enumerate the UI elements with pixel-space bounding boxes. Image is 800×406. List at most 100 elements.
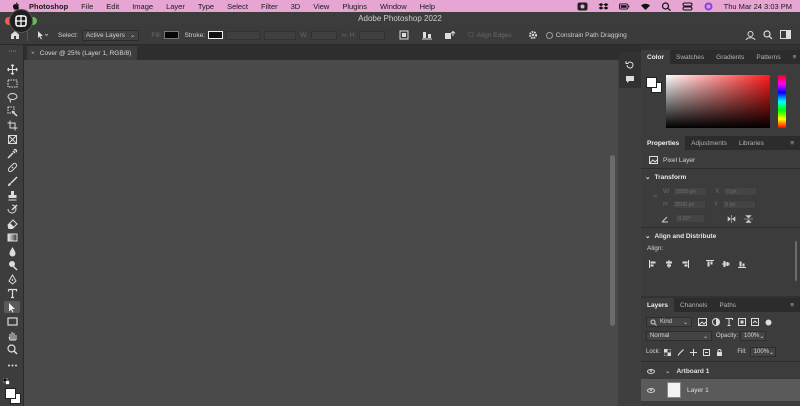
dodge-tool-icon[interactable] (4, 259, 20, 271)
align-top-icon[interactable] (706, 260, 714, 268)
menu-edit[interactable]: Edit (106, 2, 119, 11)
wifi-icon[interactable] (640, 2, 651, 11)
menu-filter[interactable]: Filter (261, 2, 278, 11)
tab-channels[interactable]: Channels (674, 298, 713, 312)
tab-adjustments[interactable]: Adjustments (685, 136, 733, 150)
clone-stamp-tool-icon[interactable] (4, 189, 20, 201)
blur-tool-icon[interactable] (4, 245, 20, 257)
stroke-swatch[interactable] (208, 31, 224, 39)
angle-field[interactable]: 0.00° (675, 214, 705, 223)
align-horizontal-center-icon[interactable] (665, 260, 673, 268)
width-field[interactable] (310, 30, 337, 40)
eraser-tool-icon[interactable] (4, 217, 20, 229)
align-right-icon[interactable] (681, 260, 689, 268)
lasso-tool-icon[interactable] (4, 91, 20, 103)
lock-image-pixels-icon[interactable] (677, 348, 685, 356)
x-field[interactable]: 0 px (723, 187, 758, 196)
workspace-icon[interactable] (780, 30, 791, 40)
foreground-color-swatch[interactable] (5, 388, 16, 399)
menu-app-photoshop[interactable]: Photoshop (29, 2, 68, 11)
document-tab[interactable]: × Cover @ 25% (Layer 1, RGB/8) (27, 46, 138, 60)
comments-icon[interactable] (625, 75, 635, 84)
screen-capture-app-icon[interactable] (9, 9, 33, 33)
align-bottom-icon[interactable] (738, 260, 746, 268)
frame-tool-icon[interactable] (4, 133, 20, 145)
lock-transparent-pixels-icon[interactable] (664, 348, 672, 356)
align-edges-checkbox[interactable]: ☐ (468, 31, 474, 39)
menu-help[interactable]: Help (420, 2, 435, 11)
blend-mode-dropdown[interactable]: Normal ⌄ (646, 331, 712, 341)
opacity-field[interactable]: 100% ⌄ (740, 331, 767, 341)
link-dimensions-icon[interactable]: ∞ (342, 32, 347, 39)
menu-file[interactable]: File (81, 2, 93, 11)
hue-slider[interactable] (778, 75, 786, 128)
select-layers-dropdown[interactable]: Active Layers ⌄ (81, 29, 140, 41)
screen-record-icon[interactable] (577, 2, 588, 11)
filter-pixel-layers-icon[interactable] (698, 318, 707, 326)
share-profile-icon[interactable] (745, 30, 756, 41)
width-field[interactable]: 5550 px (673, 187, 708, 196)
height-field[interactable]: 3500 px (671, 200, 706, 209)
align-vertical-center-icon[interactable] (722, 260, 730, 268)
siri-icon[interactable] (703, 2, 714, 11)
tab-layers[interactable]: Layers (641, 298, 674, 312)
tab-properties[interactable]: Properties (641, 136, 686, 150)
constrain-path-checkbox[interactable] (545, 31, 553, 39)
type-tool-icon[interactable] (4, 287, 20, 299)
crop-tool-icon[interactable] (4, 119, 20, 131)
vertical-scrollbar-thumb[interactable] (610, 155, 615, 326)
menu-type[interactable]: Type (198, 2, 214, 11)
path-selection-tool-icon[interactable] (4, 301, 20, 313)
link-dimensions-icon[interactable]: ∞ (653, 193, 658, 200)
align-edges-option[interactable]: ☐ Align Edges (468, 31, 512, 40)
spotlight-search-icon[interactable] (661, 1, 672, 11)
tab-paths[interactable]: Paths (713, 298, 742, 312)
filter-adjustment-layers-icon[interactable] (712, 318, 720, 326)
align-left-icon[interactable] (649, 260, 657, 268)
constrain-path-option[interactable]: Constrain Path Dragging (545, 31, 627, 39)
y-field[interactable]: 0 px (722, 200, 757, 209)
menu-layer[interactable]: Layer (166, 2, 185, 11)
move-tool-icon[interactable] (4, 63, 20, 75)
tab-libraries[interactable]: Libraries (733, 136, 770, 150)
visibility-eye-icon[interactable] (647, 387, 655, 393)
menu-window[interactable]: Window (380, 2, 407, 11)
color-panel-fg-bg[interactable] (646, 77, 662, 93)
lock-position-icon[interactable] (690, 348, 698, 356)
pen-tool-icon[interactable] (4, 273, 20, 285)
edit-toolbar-icon[interactable] (4, 359, 20, 371)
panel-menu-icon[interactable]: ≡ (787, 50, 800, 64)
healing-brush-tool-icon[interactable] (4, 161, 20, 173)
marquee-tool-icon[interactable] (4, 77, 20, 89)
canvas-area[interactable] (24, 60, 618, 406)
toolbar-collapse-handle[interactable] (4, 48, 20, 54)
align-distribute-section-header[interactable]: ⌄ Align and Distribute (645, 232, 716, 241)
tab-patterns[interactable]: Patterns (750, 50, 786, 64)
filter-smart-objects-icon[interactable] (751, 318, 759, 326)
default-colors-icon[interactable] (2, 377, 10, 385)
control-center-icon[interactable] (682, 2, 693, 11)
close-icon[interactable]: × (31, 50, 35, 57)
flip-vertical-icon[interactable] (744, 214, 753, 223)
fill-swatch[interactable] (164, 31, 180, 39)
menu-view[interactable]: View (313, 2, 329, 11)
lock-artboard-icon[interactable] (703, 348, 711, 356)
brush-tool-icon[interactable] (4, 175, 20, 187)
color-picker-field[interactable] (666, 75, 770, 128)
path-alignment-icon[interactable] (422, 30, 433, 40)
path-operations-icon[interactable] (399, 30, 409, 40)
panel-menu-icon[interactable]: ≡ (784, 136, 800, 150)
properties-scrollbar[interactable] (795, 241, 797, 281)
menu-image[interactable]: Image (132, 2, 153, 11)
zoom-tool-icon[interactable] (4, 343, 20, 355)
chevron-down-icon[interactable]: ⌄ (665, 367, 670, 375)
menu-plugins[interactable]: Plugins (342, 2, 367, 11)
hand-tool-icon[interactable] (4, 329, 20, 341)
menu-select[interactable]: Select (227, 2, 248, 11)
gradient-tool-icon[interactable] (4, 231, 20, 243)
transform-section-header[interactable]: ⌄ Transform (645, 173, 686, 182)
stroke-type-dropdown[interactable] (264, 30, 297, 40)
color-panel-foreground-swatch[interactable] (646, 77, 657, 88)
gear-icon[interactable] (528, 30, 538, 40)
path-arrangement-icon[interactable] (444, 30, 456, 40)
